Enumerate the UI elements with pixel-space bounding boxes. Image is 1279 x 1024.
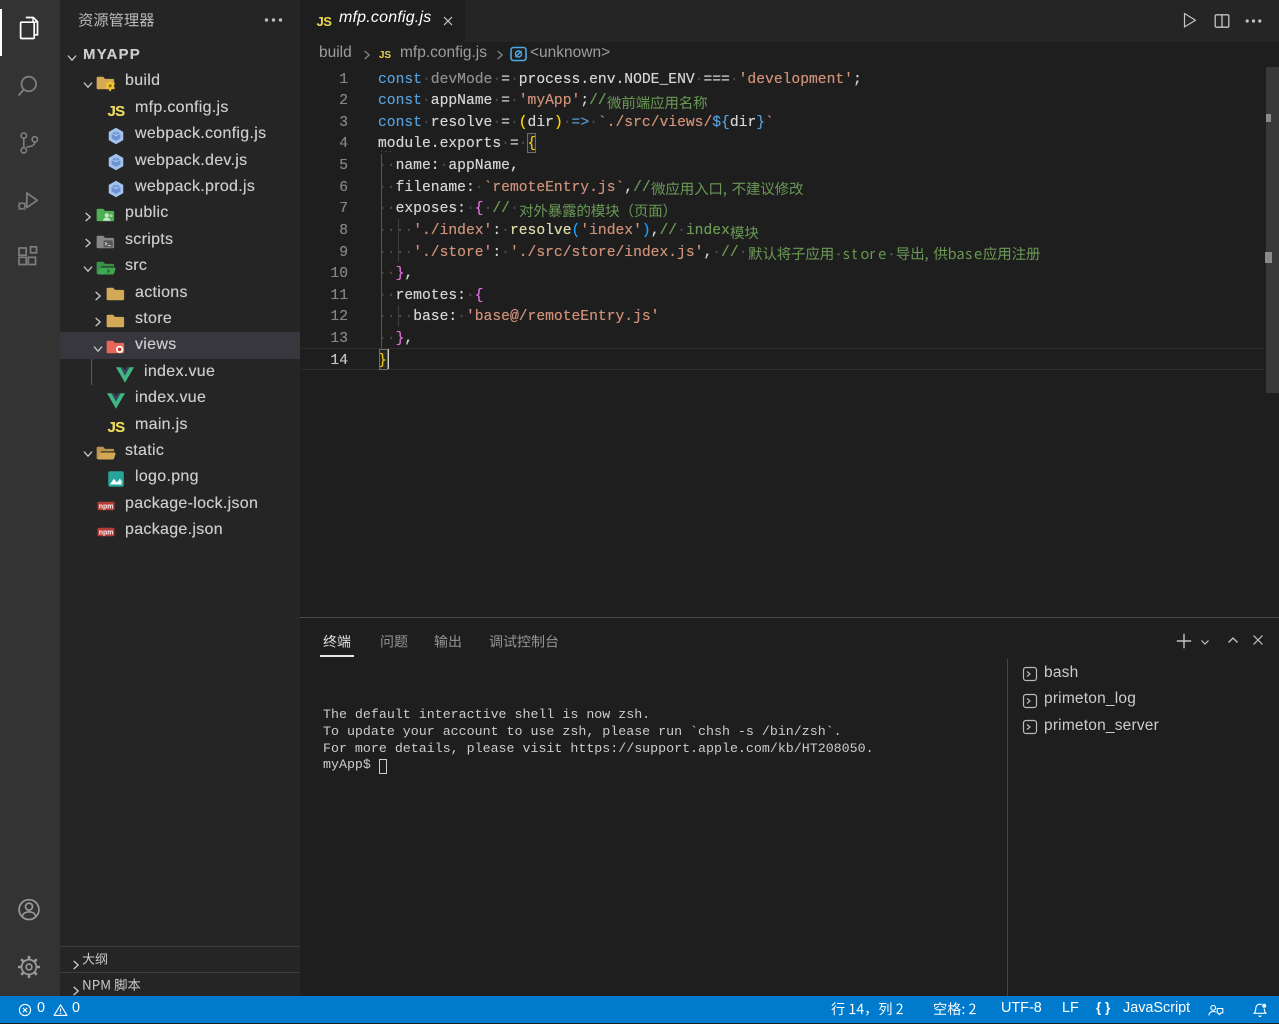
svg-text:npm: npm bbox=[99, 503, 114, 510]
svg-text:npm: npm bbox=[99, 529, 114, 536]
svg-text:JS: JS bbox=[107, 102, 125, 119]
svg-text:JS: JS bbox=[107, 419, 125, 436]
svg-text:JS: JS bbox=[379, 50, 392, 61]
